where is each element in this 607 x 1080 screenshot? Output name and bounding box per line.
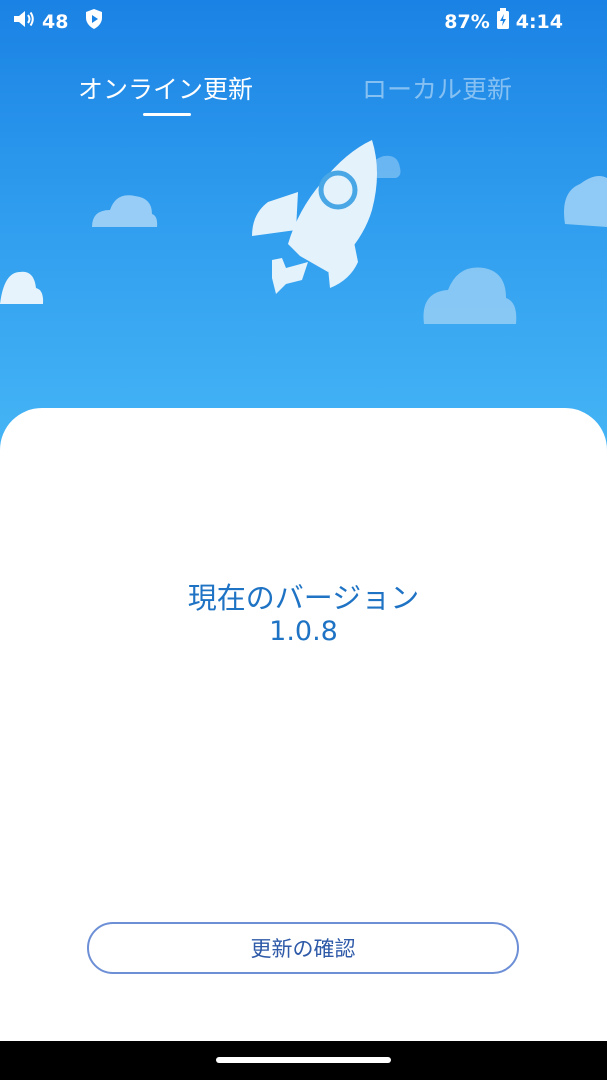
tab-online-update[interactable]: オンライン更新 [78,70,253,106]
status-left: 48 [12,8,104,35]
status-bar: 48 87% 4:14 [0,0,607,40]
tab-local-update[interactable]: ローカル更新 [362,70,512,106]
cloud-icon [92,195,158,227]
status-right: 87% 4:14 [444,8,563,35]
check-update-label: 更新の確認 [250,937,356,961]
rocket-illustration [0,132,607,432]
clock: 4:14 [515,10,563,33]
battery-icon [496,8,510,35]
navigation-bar [0,1041,607,1080]
battery-percent: 87% [444,10,490,33]
check-update-button[interactable]: 更新の確認 [87,922,519,974]
current-version-number: 1.0.8 [269,616,338,647]
shield-icon [84,8,104,35]
volume-level: 48 [42,10,69,33]
cloud-icon [564,176,607,227]
rocket-icon [252,140,377,294]
volume-icon [12,8,36,35]
update-tabs: オンライン更新 ローカル更新 [0,70,607,120]
current-version-label: 現在のバージョン [187,581,420,615]
cloud-icon [0,271,44,304]
home-gesture-handle[interactable] [216,1057,391,1063]
cloud-icon [423,267,517,324]
active-tab-indicator [143,113,191,116]
